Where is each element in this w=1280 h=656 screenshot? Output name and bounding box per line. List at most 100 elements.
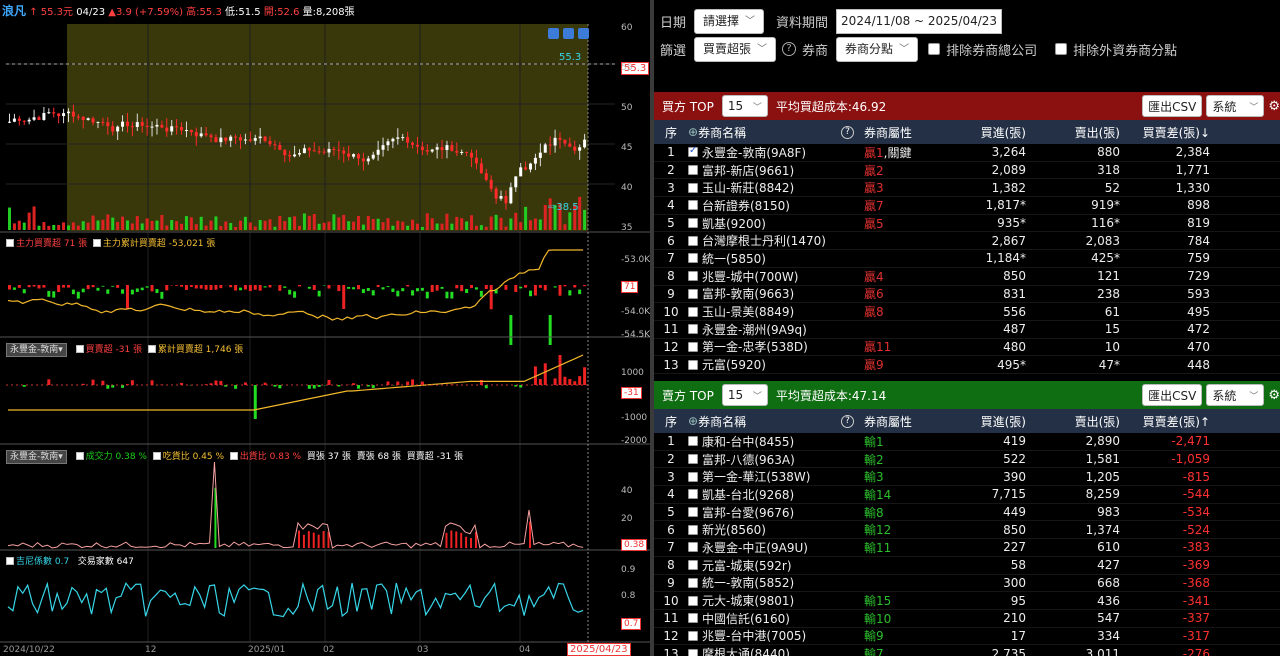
- row-checkbox[interactable]: [688, 454, 698, 465]
- date-select[interactable]: 請選擇 ﹀: [694, 8, 765, 34]
- row-checkbox[interactable]: [688, 471, 698, 482]
- row-checkbox[interactable]: [688, 235, 698, 246]
- exclude-hq-checkbox[interactable]: [928, 43, 941, 55]
- row-checkbox[interactable]: [688, 560, 698, 571]
- table-row[interactable]: 9 統一-敦南(5852) 300 668 -368: [654, 575, 1280, 593]
- broker-name[interactable]: 摩根大通(8440): [702, 645, 790, 656]
- row-checkbox[interactable]: [688, 507, 698, 518]
- row-checkbox[interactable]: [688, 182, 698, 193]
- buy-col-1[interactable]: ⊕ 券商名稱?: [688, 124, 864, 141]
- broker-name[interactable]: 元大-城東(9801): [702, 592, 794, 609]
- row-checkbox[interactable]: [688, 630, 698, 641]
- broker-name[interactable]: 兆豐-城中(700W): [702, 268, 798, 285]
- broker-name[interactable]: 玉山-景美(8849): [702, 303, 794, 320]
- table-row[interactable]: 10 玉山-景美(8849) 贏8 556 61 495: [654, 303, 1280, 321]
- broker-name[interactable]: 富邦-敦南(9663): [702, 285, 794, 302]
- sell-col-5[interactable]: 買賣差(張)↑: [1120, 413, 1214, 430]
- table-row[interactable]: 7 統一(5850) 1,184* 425* 759: [654, 250, 1280, 268]
- row-checkbox[interactable]: [688, 200, 698, 211]
- broker-name[interactable]: 第一金-忠孝(538D): [702, 338, 808, 355]
- buy-col-4[interactable]: 賣出(張): [1026, 124, 1120, 141]
- broker-select[interactable]: 券商分點 ﹀: [836, 36, 919, 62]
- table-row[interactable]: 6 新光(8560) 輸12 850 1,374 -524: [654, 521, 1280, 540]
- broker-name[interactable]: 元富-城東(592r): [702, 557, 792, 574]
- row-checkbox[interactable]: [688, 288, 698, 299]
- table-row[interactable]: 7 永豐金-中正(9A9U) 輸11 227 610 -383: [654, 539, 1280, 557]
- table-row[interactable]: 5 富邦-台愛(9676) 輸8 449 983 -534: [654, 504, 1280, 522]
- buy-count-select[interactable]: 15 ﹀: [721, 95, 768, 117]
- exclude-foreign-checkbox[interactable]: [1055, 43, 1068, 55]
- buy-system-select[interactable]: 系統 ﹀: [1206, 95, 1265, 117]
- row-checkbox[interactable]: [688, 306, 698, 317]
- add-icon[interactable]: ⊕: [688, 414, 698, 428]
- sell-col-1[interactable]: ⊕ 券商名稱?: [688, 413, 864, 430]
- table-row[interactable]: 4 凱基-台北(9268) 輸14 7,715 8,259 -544: [654, 486, 1280, 504]
- table-row[interactable]: 2 富邦-八德(963A) 輸2 522 1,581 -1,059: [654, 451, 1280, 469]
- sell-col-0[interactable]: 序: [654, 413, 688, 430]
- broker-name[interactable]: 統一-敦南(5852): [702, 574, 794, 591]
- row-checkbox[interactable]: [688, 253, 698, 264]
- broker-name[interactable]: 玉山-新莊(8842): [702, 179, 794, 196]
- checkbox-out[interactable]: [229, 452, 238, 460]
- sell-export-csv-button[interactable]: 匯出CSV: [1142, 384, 1203, 406]
- row-checkbox[interactable]: [688, 145, 698, 158]
- help-icon[interactable]: ?: [782, 42, 797, 56]
- broker-name[interactable]: 兆豐-台中港(7005): [702, 627, 806, 644]
- row-checkbox[interactable]: [688, 341, 698, 352]
- table-row[interactable]: 4 台新證券(8150) 贏7 1,817* 919* 898: [654, 197, 1280, 215]
- table-row[interactable]: 11 中國信託(6160) 輸10 210 547 -337: [654, 610, 1280, 628]
- chart-area[interactable]: 浪凡 ↑ 55.3元 04/23 ▲3.9 (+7.59%) 高:55.3 低:…: [0, 0, 650, 656]
- pane3-broker-select[interactable]: 永豐金-敦南▾: [6, 343, 67, 357]
- buy-col-0[interactable]: 序: [654, 124, 688, 141]
- filter-select[interactable]: 買賣超張 ﹀: [694, 36, 777, 62]
- settings-icon[interactable]: [563, 28, 574, 39]
- sell-col-2[interactable]: 券商屬性: [864, 413, 936, 430]
- table-row[interactable]: 13 摩根大通(8440) 輸7 2,735 3,011 -276: [654, 645, 1280, 656]
- table-row[interactable]: 13 元富(5920) 贏9 495* 47* 448: [654, 356, 1280, 374]
- row-checkbox[interactable]: [688, 542, 698, 553]
- table-row[interactable]: 2 富邦-新店(9661) 贏2 2,089 318 1,771: [654, 162, 1280, 180]
- table-row[interactable]: 9 富邦-敦南(9663) 贏6 831 238 593: [654, 286, 1280, 304]
- sell-col-4[interactable]: 賣出(張): [1026, 413, 1120, 430]
- checkbox-power[interactable]: [75, 452, 84, 460]
- buy-col-3[interactable]: 買進(張): [936, 124, 1026, 141]
- table-row[interactable]: 8 兆豐-城中(700W) 贏4 850 121 729: [654, 268, 1280, 286]
- broker-name[interactable]: 永豐金-潮州(9A9q): [702, 321, 807, 338]
- table-row[interactable]: 10 元大-城東(9801) 輸15 95 436 -341: [654, 592, 1280, 610]
- broker-name[interactable]: 康和-台中(8455): [702, 433, 794, 450]
- row-checkbox[interactable]: [688, 613, 698, 624]
- broker-name[interactable]: 中國信託(6160): [702, 610, 790, 627]
- broker-name[interactable]: 富邦-新店(9661): [702, 162, 794, 179]
- row-checkbox[interactable]: [688, 648, 698, 656]
- broker-name[interactable]: 台灣摩根士丹利(1470): [702, 232, 826, 249]
- gear-icon[interactable]: ⚙: [1268, 388, 1280, 403]
- row-checkbox[interactable]: [688, 165, 698, 176]
- table-row[interactable]: 12 兆豐-台中港(7005) 輸9 17 334 -317: [654, 628, 1280, 646]
- gear-icon[interactable]: ⚙: [1268, 99, 1280, 114]
- row-checkbox[interactable]: [688, 524, 698, 535]
- broker-name[interactable]: 元富(5920): [702, 356, 766, 373]
- row-checkbox[interactable]: [688, 489, 698, 500]
- buy-col-2[interactable]: 券商屬性: [864, 124, 936, 141]
- help-icon[interactable]: ?: [841, 414, 854, 428]
- table-row[interactable]: 12 第一金-忠孝(538D) 贏11 480 10 470: [654, 339, 1280, 357]
- broker-name[interactable]: 凱基-台北(9268): [702, 486, 794, 503]
- row-checkbox[interactable]: [688, 218, 698, 229]
- broker-name[interactable]: 台新證券(8150): [702, 197, 790, 214]
- broker-name[interactable]: 富邦-台愛(9676): [702, 504, 794, 521]
- row-checkbox[interactable]: [688, 271, 698, 282]
- table-row[interactable]: 6 台灣摩根士丹利(1470) 2,867 2,083 784: [654, 232, 1280, 251]
- checkbox-main-force-cum[interactable]: [92, 239, 101, 247]
- broker-name[interactable]: 新光(8560): [702, 521, 766, 538]
- table-row[interactable]: 1 永豐金-敦南(9A8F) 贏1,關鍵 3,264 880 2,384: [654, 144, 1280, 162]
- broker-name[interactable]: 第一金-華江(538W): [702, 468, 810, 485]
- table-row[interactable]: 11 永豐金-潮州(9A9q) 487 15 472: [654, 321, 1280, 339]
- add-icon[interactable]: ⊕: [688, 125, 698, 139]
- table-row[interactable]: 3 第一金-華江(538W) 輸3 390 1,205 -815: [654, 468, 1280, 487]
- expand-icon[interactable]: [578, 28, 589, 39]
- table-row[interactable]: 8 元富-城東(592r) 58 427 -369: [654, 557, 1280, 575]
- row-checkbox[interactable]: [688, 436, 698, 447]
- sell-system-select[interactable]: 系統 ﹀: [1206, 384, 1265, 406]
- table-row[interactable]: 1 康和-台中(8455) 輸1 419 2,890 -2,471: [654, 433, 1280, 451]
- save-icon[interactable]: [548, 28, 559, 39]
